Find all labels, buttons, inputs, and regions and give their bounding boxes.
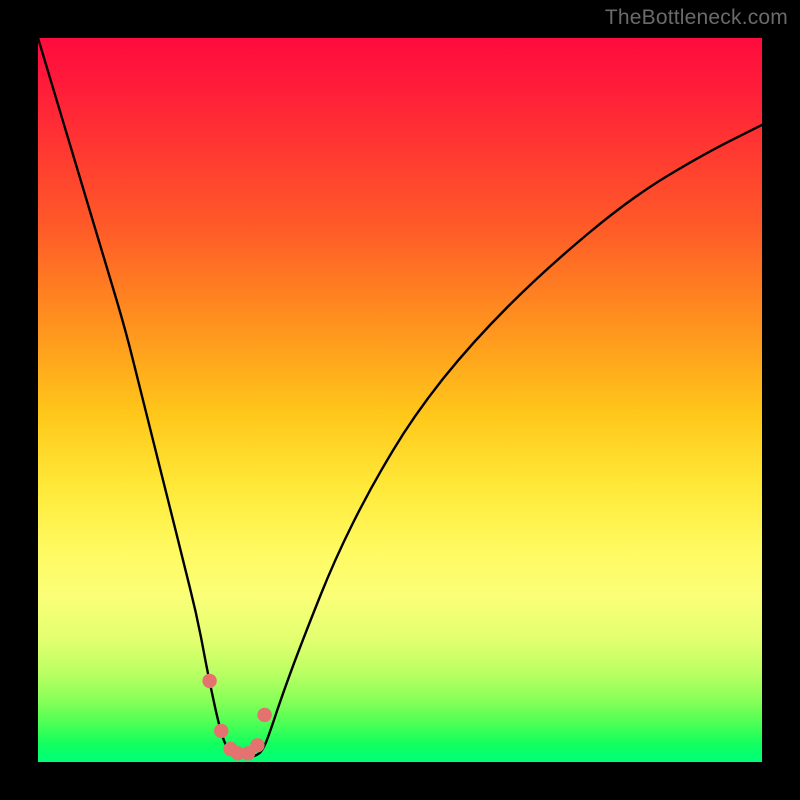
watermark-text: TheBottleneck.com — [605, 6, 788, 30]
curve-svg — [38, 38, 762, 762]
marker-dot — [257, 708, 271, 722]
marker-dot — [250, 738, 264, 752]
marker-dot — [214, 724, 228, 738]
bottleneck-curve — [38, 38, 762, 757]
marker-group — [202, 674, 271, 761]
plot-area — [38, 38, 762, 762]
marker-dot — [202, 674, 216, 688]
chart-frame: TheBottleneck.com — [0, 0, 800, 800]
